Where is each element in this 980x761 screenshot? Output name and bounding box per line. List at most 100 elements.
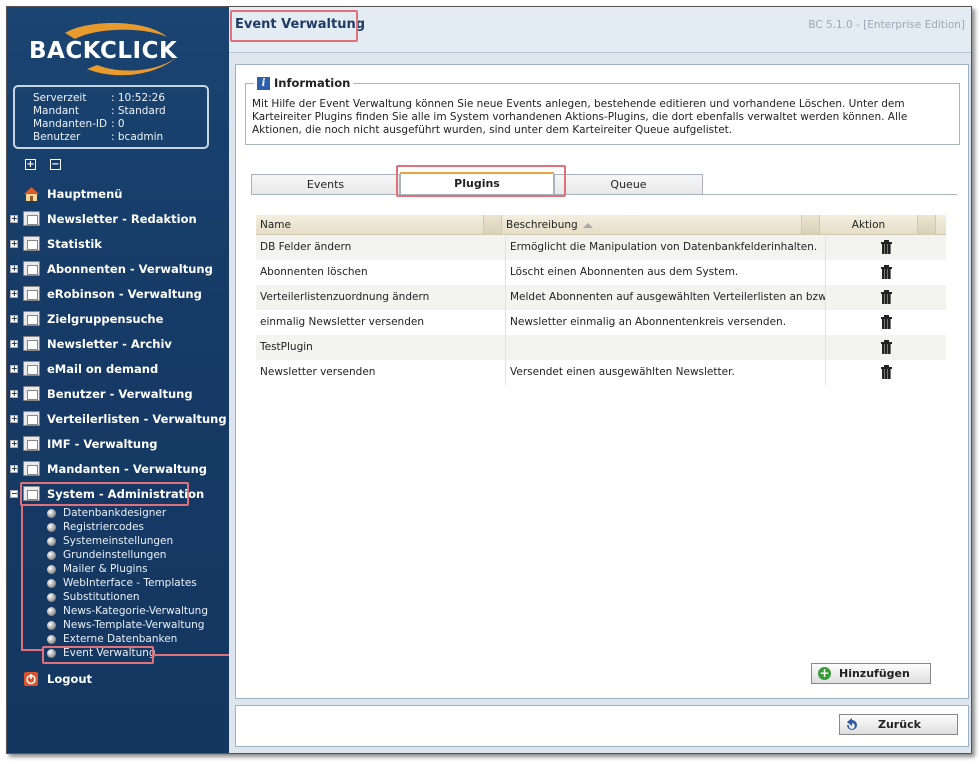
table-row[interactable]: Abonnenten löschen Löscht einen Abonnente… — [256, 260, 946, 285]
main-area: Event Verwaltung BC 5.1.0 - [Enterprise … — [229, 7, 971, 753]
menu-item-erobinson-verwaltung[interactable]: + eRobinson - Verwaltung — [7, 282, 229, 307]
collapse-icon[interactable]: − — [10, 490, 18, 498]
folder-icon — [23, 436, 40, 451]
session-row: Mandant: Standard — [33, 105, 166, 117]
column-header-aktion: Aktion — [820, 215, 918, 234]
version-label: BC 5.1.0 - [Enterprise Edition] — [808, 19, 965, 31]
tab-events[interactable]: Events — [251, 174, 400, 194]
menu-item-imf-verwaltung[interactable]: + IMF - Verwaltung — [7, 432, 229, 457]
submenu-item-grundeinstellungen[interactable]: Grundeinstellungen — [7, 549, 229, 563]
sidebar: BACKCLICK Serverzeit: 10:52:26 Mandant: … — [7, 7, 232, 753]
delete-icon[interactable] — [880, 290, 892, 304]
add-button[interactable]: + Hinzufügen — [811, 663, 931, 684]
bullet-icon — [47, 551, 56, 560]
expand-icon[interactable]: + — [10, 440, 18, 448]
column-resizer[interactable] — [918, 215, 936, 234]
session-row: Serverzeit: 10:52:26 — [33, 92, 166, 104]
column-resizer[interactable] — [484, 215, 502, 234]
annotation-box-title — [230, 10, 358, 42]
column-header-name[interactable]: Name — [256, 215, 484, 234]
tab-queue[interactable]: Queue — [554, 174, 703, 194]
delete-icon[interactable] — [880, 340, 892, 354]
delete-icon[interactable] — [880, 365, 892, 379]
annotation-box-event-verwaltung — [42, 646, 154, 664]
bullet-icon — [47, 509, 56, 518]
submenu-item-news-kategorie-verwaltung[interactable]: News-Kategorie-Verwaltung — [7, 605, 229, 619]
menu-item-verteilerlisten-verwaltung[interactable]: + Verteilerlisten - Verwaltung — [7, 407, 229, 432]
menu-item-abonnenten-verwaltung[interactable]: + Abonnenten - Verwaltung — [7, 257, 229, 282]
home-icon — [23, 186, 40, 202]
expand-icon[interactable]: + — [10, 265, 18, 273]
delete-icon[interactable] — [880, 240, 892, 254]
folder-icon — [23, 236, 40, 251]
submenu-item-externe-datenbanken[interactable]: Externe Datenbanken — [7, 633, 229, 647]
menu-item-zielgruppensuche[interactable]: + Zielgruppensuche — [7, 307, 229, 332]
session-info: Serverzeit: 10:52:26 Mandant: Standard M… — [13, 85, 209, 149]
collapse-all-icon[interactable]: − — [50, 159, 61, 170]
session-row: Mandanten-ID: 0 — [33, 118, 125, 130]
column-header-beschreibung[interactable]: Beschreibung — [502, 215, 802, 234]
folder-icon — [23, 361, 40, 376]
menu-item-newsletter-redaktion[interactable]: + Newsletter - Redaktion — [7, 207, 229, 232]
delete-icon[interactable] — [880, 315, 892, 329]
information-legend: i Information — [254, 76, 354, 90]
table-row[interactable]: DB Felder ändern Ermöglicht die Manipulat… — [256, 235, 946, 260]
session-row: Benutzer: bcadmin — [33, 131, 164, 143]
expand-icon[interactable]: + — [10, 290, 18, 298]
menu-item-statistik[interactable]: + Statistik — [7, 232, 229, 257]
information-fieldset: i Information Mit Hilfe der Event Verwal… — [245, 76, 960, 145]
bullet-icon — [47, 621, 56, 630]
expand-icon[interactable]: + — [10, 415, 18, 423]
expand-icon[interactable]: + — [10, 365, 18, 373]
menu-item-newsletter-archiv[interactable]: + Newsletter - Archiv — [7, 332, 229, 357]
submenu-item-mailer-plugins[interactable]: Mailer & Plugins — [7, 563, 229, 577]
folder-icon — [23, 411, 40, 426]
menu-item-hauptmenue[interactable]: Hauptmenü — [7, 182, 229, 207]
undo-icon — [844, 718, 860, 731]
menu-item-email-on-demand[interactable]: + eMail on demand — [7, 357, 229, 382]
expand-all-icon[interactable]: + — [25, 159, 36, 170]
main-menu: Hauptmenü + Newsletter - Redaktion + Stati… — [7, 182, 229, 692]
tree-controls: + − — [25, 159, 61, 170]
bullet-icon — [47, 579, 56, 588]
expand-icon[interactable]: + — [10, 390, 18, 398]
plugins-table: Name Beschreibung Aktion DB Felder änder… — [256, 215, 946, 385]
submenu-item-webinterface-templates[interactable]: WebInterface - Templates — [7, 577, 229, 591]
folder-icon — [23, 461, 40, 476]
submenu-item-registriercodes[interactable]: Registriercodes — [7, 521, 229, 535]
backclick-logo: BACKCLICK — [27, 21, 187, 81]
annotation-line — [21, 506, 23, 651]
add-icon: + — [818, 666, 831, 680]
expand-icon[interactable]: + — [10, 315, 18, 323]
column-resizer[interactable] — [802, 215, 820, 234]
brand-name: BACKCLICK — [29, 38, 178, 64]
annotation-box-system-admin — [20, 482, 189, 506]
expand-icon[interactable]: + — [10, 215, 18, 223]
delete-icon[interactable] — [880, 265, 892, 279]
submenu-item-systemeinstellungen[interactable]: Systemeinstellungen — [7, 535, 229, 549]
table-row[interactable]: einmalig Newsletter versenden Newsletter … — [256, 310, 946, 335]
submenu-item-datenbankdesigner[interactable]: Datenbankdesigner — [7, 507, 229, 521]
submenu-item-substitutionen[interactable]: Substitutionen — [7, 591, 229, 605]
app-window: BACKCLICK Serverzeit: 10:52:26 Mandant: … — [6, 6, 972, 754]
folder-icon — [23, 211, 40, 226]
table-row[interactable]: Newsletter versenden Versendet einen ausg… — [256, 360, 946, 385]
table-row[interactable]: TestPlugin — [256, 335, 946, 360]
table-row[interactable]: Verteilerlistenzuordnung ändern Meldet Ab… — [256, 285, 946, 310]
annotation-line — [21, 649, 43, 651]
menu-item-benutzer-verwaltung[interactable]: + Benutzer - Verwaltung — [7, 382, 229, 407]
power-icon — [23, 671, 40, 687]
bullet-icon — [47, 523, 56, 532]
info-icon: i — [257, 76, 270, 90]
bullet-icon — [47, 607, 56, 616]
expand-icon[interactable]: + — [10, 340, 18, 348]
submenu-item-news-template-verwaltung[interactable]: News-Template-Verwaltung — [7, 619, 229, 633]
back-button[interactable]: Zurück — [839, 714, 958, 735]
folder-icon — [23, 386, 40, 401]
folder-icon — [23, 311, 40, 326]
expand-icon[interactable]: + — [10, 240, 18, 248]
annotation-box-plugins-tab — [396, 165, 566, 197]
menu-item-logout[interactable]: Logout — [7, 667, 229, 692]
menu-item-mandanten-verwaltung[interactable]: + Mandanten - Verwaltung — [7, 457, 229, 482]
expand-icon[interactable]: + — [10, 465, 18, 473]
